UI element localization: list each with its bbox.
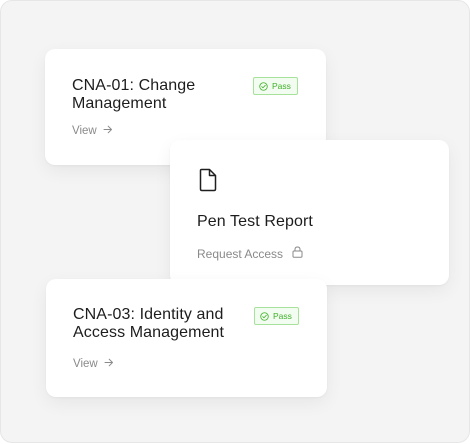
status-badge-pass: Pass [253, 77, 298, 95]
check-circle-icon [259, 81, 268, 91]
request-access-label: Request Access [197, 246, 284, 261]
card-title: CNA-03: Identity and Access Management [73, 306, 225, 341]
document-icon [198, 168, 218, 197]
control-card-cna-03: CNA-03: Identity and Access Management P… [46, 279, 327, 397]
card-title: CNA-01: Change Management [72, 77, 196, 112]
view-link[interactable]: View [72, 125, 113, 137]
card-title: Pen Test Report [197, 213, 313, 230]
request-access-link[interactable]: Request Access [197, 246, 303, 261]
status-badge-pass: Pass [254, 307, 299, 325]
view-link-label: View [72, 125, 97, 137]
status-badge-label: Pass [272, 81, 291, 91]
canvas: CNA-01: Change Management Pass View Pen … [0, 0, 470, 443]
arrow-right-icon [103, 125, 113, 137]
status-badge-label: Pass [273, 311, 292, 321]
document-card-pen-test: Pen Test Report Request Access [170, 140, 449, 285]
lock-icon [292, 246, 303, 261]
view-link-label: View [73, 358, 98, 370]
check-circle-icon [260, 311, 269, 321]
arrow-right-icon [104, 358, 114, 370]
view-link[interactable]: View [73, 358, 114, 370]
